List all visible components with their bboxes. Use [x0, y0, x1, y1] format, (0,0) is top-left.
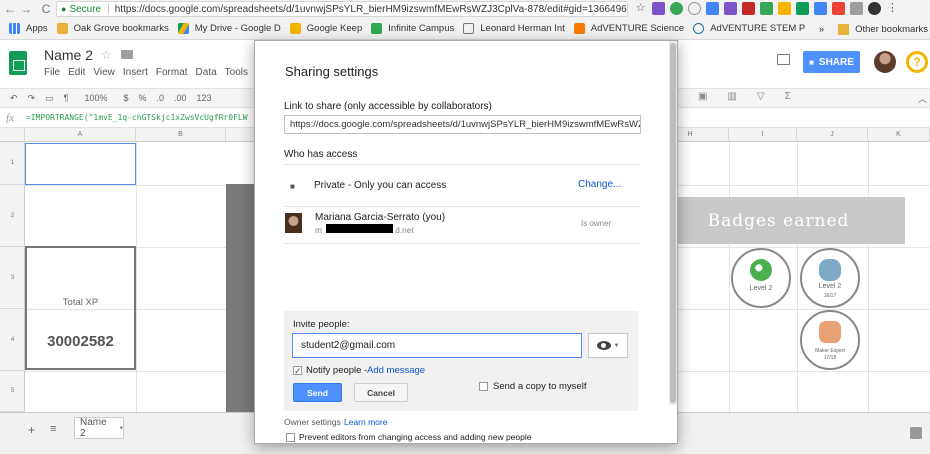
eye-icon	[596, 341, 611, 350]
keep-icon	[289, 23, 301, 34]
lock-icon: ●	[61, 4, 67, 14]
reload-icon[interactable]: C	[38, 2, 54, 16]
owner-settings-label: Owner settings	[284, 417, 341, 427]
extension-icon[interactable]	[652, 2, 665, 15]
bookmark-my-drive[interactable]: My Drive - Google D	[177, 23, 281, 34]
url-text: https://docs.google.com/spreadsheets/d/1…	[114, 3, 627, 15]
star-icon[interactable]: ☆	[634, 2, 647, 15]
notify-people-label: Notify people -	[306, 365, 368, 376]
bookmark-adventure-science[interactable]: AdVENTURE Science	[573, 23, 685, 34]
email-end: d.net	[395, 225, 414, 235]
extension-icon[interactable]	[706, 2, 719, 15]
extension-icon[interactable]	[670, 2, 683, 15]
share-link-field[interactable]: https://docs.google.com/spreadsheets/d/1…	[284, 115, 641, 134]
extension-icon[interactable]	[778, 2, 791, 15]
blogger-icon	[573, 23, 585, 34]
who-has-access-label: Who has access	[284, 149, 358, 160]
invite-people-input[interactable]: student2@gmail.com	[292, 333, 582, 358]
page-icon	[463, 23, 475, 34]
extension-icon[interactable]	[760, 2, 773, 15]
cancel-button[interactable]: Cancel	[354, 383, 408, 402]
collaborator-name: Mariana Garcia-Serrato (you)	[315, 212, 446, 223]
folder-icon	[838, 23, 850, 35]
extension-icon[interactable]	[850, 2, 863, 15]
dialog-scrollbar-thumb[interactable]	[670, 43, 676, 403]
lock-icon: ■	[290, 182, 295, 191]
divider	[284, 206, 641, 207]
bookmark-label: AdVENTURE Science	[590, 23, 685, 34]
bookmark-infinite-campus[interactable]: Infinite Campus	[371, 23, 454, 34]
address-separator: |	[107, 3, 110, 15]
access-level-text: Private - Only you can access	[314, 180, 447, 191]
extension-icon[interactable]	[814, 2, 827, 15]
bookmark-google-keep[interactable]: Google Keep	[289, 23, 363, 34]
wordpress-icon	[693, 23, 705, 34]
redaction-bar	[326, 224, 393, 233]
send-copy-label: Send a copy to myself	[493, 381, 587, 392]
bookmark-label: Oak Grove bookmarks	[73, 23, 169, 34]
bookmark-apps[interactable]: Apps	[9, 23, 48, 34]
prevent-editors-checkbox[interactable]	[286, 433, 295, 442]
send-copy-checkbox[interactable]	[479, 382, 488, 391]
learn-more-link[interactable]: Learn more	[344, 417, 387, 427]
campus-icon	[371, 23, 383, 34]
extension-icon[interactable]	[742, 2, 755, 15]
invite-panel: Invite people: student2@gmail.com ▼ ✓ No…	[284, 311, 638, 411]
extension-icon[interactable]	[832, 2, 845, 15]
bookmark-label: AdVENTURE STEM P	[710, 23, 806, 34]
bookmark-label: Google Keep	[306, 23, 363, 34]
divider	[284, 164, 641, 165]
permission-dropdown[interactable]: ▼	[588, 333, 628, 358]
add-message-link[interactable]: Add message	[367, 365, 425, 376]
email-start: m	[315, 225, 323, 235]
bookmarks-overflow-icon[interactable]: »	[819, 24, 824, 35]
bookmarks-right: » Other bookmarks	[819, 18, 930, 40]
dialog-title: Sharing settings	[285, 64, 379, 79]
drive-icon	[177, 23, 189, 34]
other-bookmarks[interactable]: Other bookmarks	[855, 24, 928, 35]
send-button[interactable]: Send	[293, 383, 342, 402]
extension-icon[interactable]	[796, 2, 809, 15]
forward-icon[interactable]: →	[18, 2, 34, 16]
secure-label: Secure	[69, 3, 102, 15]
bookmark-leonard-herman[interactable]: Leonard Herman Int	[463, 23, 565, 34]
bookmark-oak-grove[interactable]: Oak Grove bookmarks	[56, 23, 169, 34]
extension-icon[interactable]	[724, 2, 737, 15]
bookmark-label: Leonard Herman Int	[480, 23, 565, 34]
extension-icons: ☆ ⋮	[634, 2, 899, 15]
browser-toolbar: ← → C ● Secure | https://docs.google.com…	[0, 0, 930, 18]
owner-role-label: Is owner	[581, 219, 612, 228]
menu-icon[interactable]: ⋮	[886, 2, 899, 15]
bookmark-adventure-stem[interactable]: AdVENTURE STEM P	[693, 23, 805, 34]
address-bar[interactable]: ● Secure | https://docs.google.com/sprea…	[56, 1, 628, 17]
extension-icon[interactable]	[868, 2, 881, 15]
apps-icon	[9, 23, 20, 34]
avatar	[285, 213, 302, 233]
bookmark-label: Infinite Campus	[388, 23, 455, 34]
sharing-settings-dialog: Sharing settings Link to share (only acc…	[254, 40, 678, 444]
bookmarks-bar: Apps Oak Grove bookmarks My Drive - Goog…	[0, 18, 930, 40]
chevron-down-icon: ▼	[613, 342, 620, 349]
back-icon[interactable]: ←	[2, 2, 18, 16]
link-share-label: Link to share (only accessible by collab…	[284, 101, 492, 112]
invite-people-label: Invite people:	[293, 319, 350, 330]
notify-people-checkbox[interactable]: ✓	[293, 366, 302, 376]
extension-icon[interactable]	[688, 2, 701, 15]
divider	[284, 243, 641, 244]
bookmark-label: My Drive - Google D	[194, 23, 281, 34]
prevent-editors-label: Prevent editors from changing access and…	[299, 432, 532, 442]
folder-icon	[56, 23, 68, 34]
bookmark-label: Apps	[26, 23, 48, 34]
change-access-link[interactable]: Change...	[578, 179, 621, 190]
